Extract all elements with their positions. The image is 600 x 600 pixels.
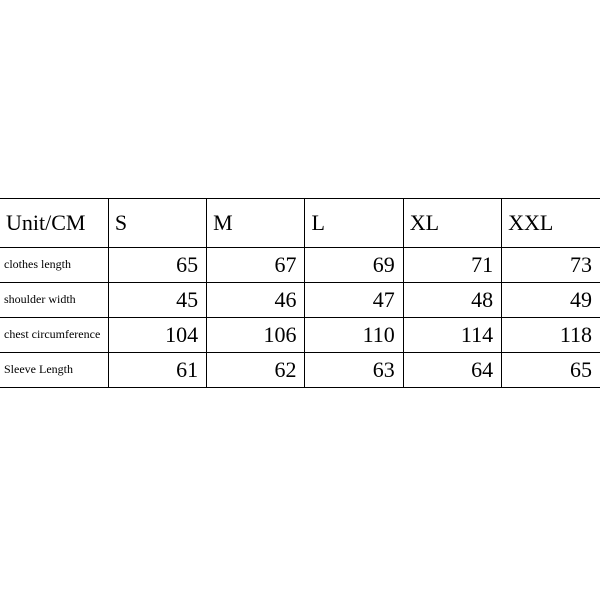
cell: 62 — [207, 353, 305, 388]
row-label: shoulder width — [0, 283, 108, 318]
row-label: Sleeve Length — [0, 353, 108, 388]
unit-header: Unit/CM — [0, 199, 108, 248]
cell: 114 — [403, 318, 501, 353]
cell: 49 — [502, 283, 600, 318]
cell: 67 — [207, 248, 305, 283]
table-row: clothes length 65 67 69 71 73 — [0, 248, 600, 283]
cell: 104 — [108, 318, 206, 353]
row-label: chest circumference — [0, 318, 108, 353]
cell: 110 — [305, 318, 403, 353]
size-header: XL — [403, 199, 501, 248]
cell: 47 — [305, 283, 403, 318]
cell: 45 — [108, 283, 206, 318]
size-header: XXL — [502, 199, 600, 248]
cell: 48 — [403, 283, 501, 318]
cell: 65 — [502, 353, 600, 388]
cell: 61 — [108, 353, 206, 388]
cell: 63 — [305, 353, 403, 388]
cell: 64 — [403, 353, 501, 388]
size-header: L — [305, 199, 403, 248]
table-row: chest circumference 104 106 110 114 118 — [0, 318, 600, 353]
cell: 69 — [305, 248, 403, 283]
table-row: Sleeve Length 61 62 63 64 65 — [0, 353, 600, 388]
size-chart-table: Unit/CM S M L XL XXL clothes length 65 6… — [0, 198, 600, 388]
row-label: clothes length — [0, 248, 108, 283]
table-header-row: Unit/CM S M L XL XXL — [0, 199, 600, 248]
cell: 73 — [502, 248, 600, 283]
cell: 46 — [207, 283, 305, 318]
cell: 71 — [403, 248, 501, 283]
cell: 106 — [207, 318, 305, 353]
size-header: M — [207, 199, 305, 248]
cell: 65 — [108, 248, 206, 283]
size-header: S — [108, 199, 206, 248]
cell: 118 — [502, 318, 600, 353]
table-row: shoulder width 45 46 47 48 49 — [0, 283, 600, 318]
